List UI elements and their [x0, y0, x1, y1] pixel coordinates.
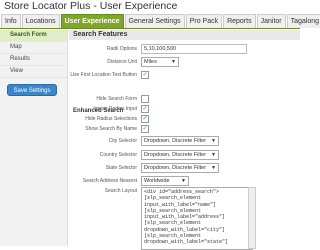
chevron-down-icon: ▼ — [211, 152, 216, 158]
hide-radius-label: Hide Radius Selections — [85, 116, 137, 122]
sidebar-item-results[interactable]: Results — [0, 54, 67, 66]
hide-radius-checkbox[interactable]: ✓ — [141, 115, 149, 123]
ignore-radius-label: Ignore Radius Input — [93, 106, 137, 112]
search-nearest-label: Search Address Nearest — [82, 178, 137, 184]
chevron-down-icon: ▼ — [171, 59, 176, 65]
textarea-scrollbar[interactable] — [248, 187, 256, 249]
settings-panel: Search Features Radii Options 5,10,100,5… — [69, 30, 300, 250]
tab-locations[interactable]: Locations — [21, 14, 60, 28]
show-search-by-name-checkbox[interactable]: ✓ — [141, 125, 149, 133]
first-location-text-label: Use First Location Text Button — [70, 72, 137, 78]
tab-user-experience[interactable]: User Experience — [60, 14, 124, 28]
page-title: Store Locator Plus - User Experience — [4, 0, 178, 12]
city-selector-label: City Selector — [108, 138, 137, 144]
tab-janitor[interactable]: Janitor — [256, 14, 286, 28]
radii-options-input[interactable]: 5,10,100,500 — [141, 44, 247, 54]
chevron-down-icon: ▼ — [211, 165, 216, 171]
country-selector-select[interactable]: Dropdown, Discrete Filter ▼ — [141, 150, 219, 160]
sidebar: Search Form Map Results View Save Settin… — [0, 30, 68, 246]
sidebar-item-search-form[interactable]: Search Form — [0, 30, 67, 42]
ignore-radius-checkbox[interactable]: ✓ — [141, 105, 149, 113]
search-layout-label: Search Layout — [104, 188, 137, 194]
state-selector-select[interactable]: Dropdown, Discrete Filter ▼ — [141, 163, 219, 173]
hide-search-form-checkbox[interactable] — [141, 95, 149, 103]
country-selector-label: Country Selector — [99, 152, 137, 158]
tab-reports[interactable]: Reports — [223, 14, 256, 28]
section-title: Search Features — [69, 30, 300, 40]
state-selector-label: State Selector — [105, 165, 137, 171]
radii-options-label: Radii Options — [106, 46, 137, 52]
tab-pro-pack[interactable]: Pro Pack — [185, 14, 223, 28]
distance-unit-label: Distance Unit — [107, 59, 137, 65]
search-layout-textarea[interactable]: <div id="address_search"> [slp_search_el… — [141, 187, 253, 250]
show-search-by-name-label: Show Search By Name — [85, 126, 137, 132]
sidebar-item-map[interactable]: Map — [0, 42, 67, 54]
layout-line: dropdown_with_label="state"] — [144, 239, 229, 246]
save-settings-button[interactable]: Save Settings — [7, 84, 57, 96]
city-selector-select[interactable]: Dropdown, Discrete Filter ▼ — [141, 136, 219, 146]
first-location-checkbox[interactable]: ✓ — [141, 71, 149, 79]
tab-info[interactable]: Info — [1, 14, 21, 28]
sidebar-item-view[interactable]: View — [0, 66, 67, 78]
tab-bar: Info Locations User Experience General S… — [0, 14, 320, 29]
distance-unit-select[interactable]: Miles ▼ — [141, 57, 179, 67]
search-nearest-select[interactable]: Worldwide ▼ — [141, 176, 189, 186]
chevron-down-icon: ▼ — [181, 178, 186, 184]
hide-search-form-label: Hide Search Form — [96, 96, 137, 102]
tab-tagalong[interactable]: Tagalong — [286, 14, 320, 28]
tab-general-settings[interactable]: General Settings — [124, 14, 185, 28]
chevron-down-icon: ▼ — [211, 138, 216, 144]
